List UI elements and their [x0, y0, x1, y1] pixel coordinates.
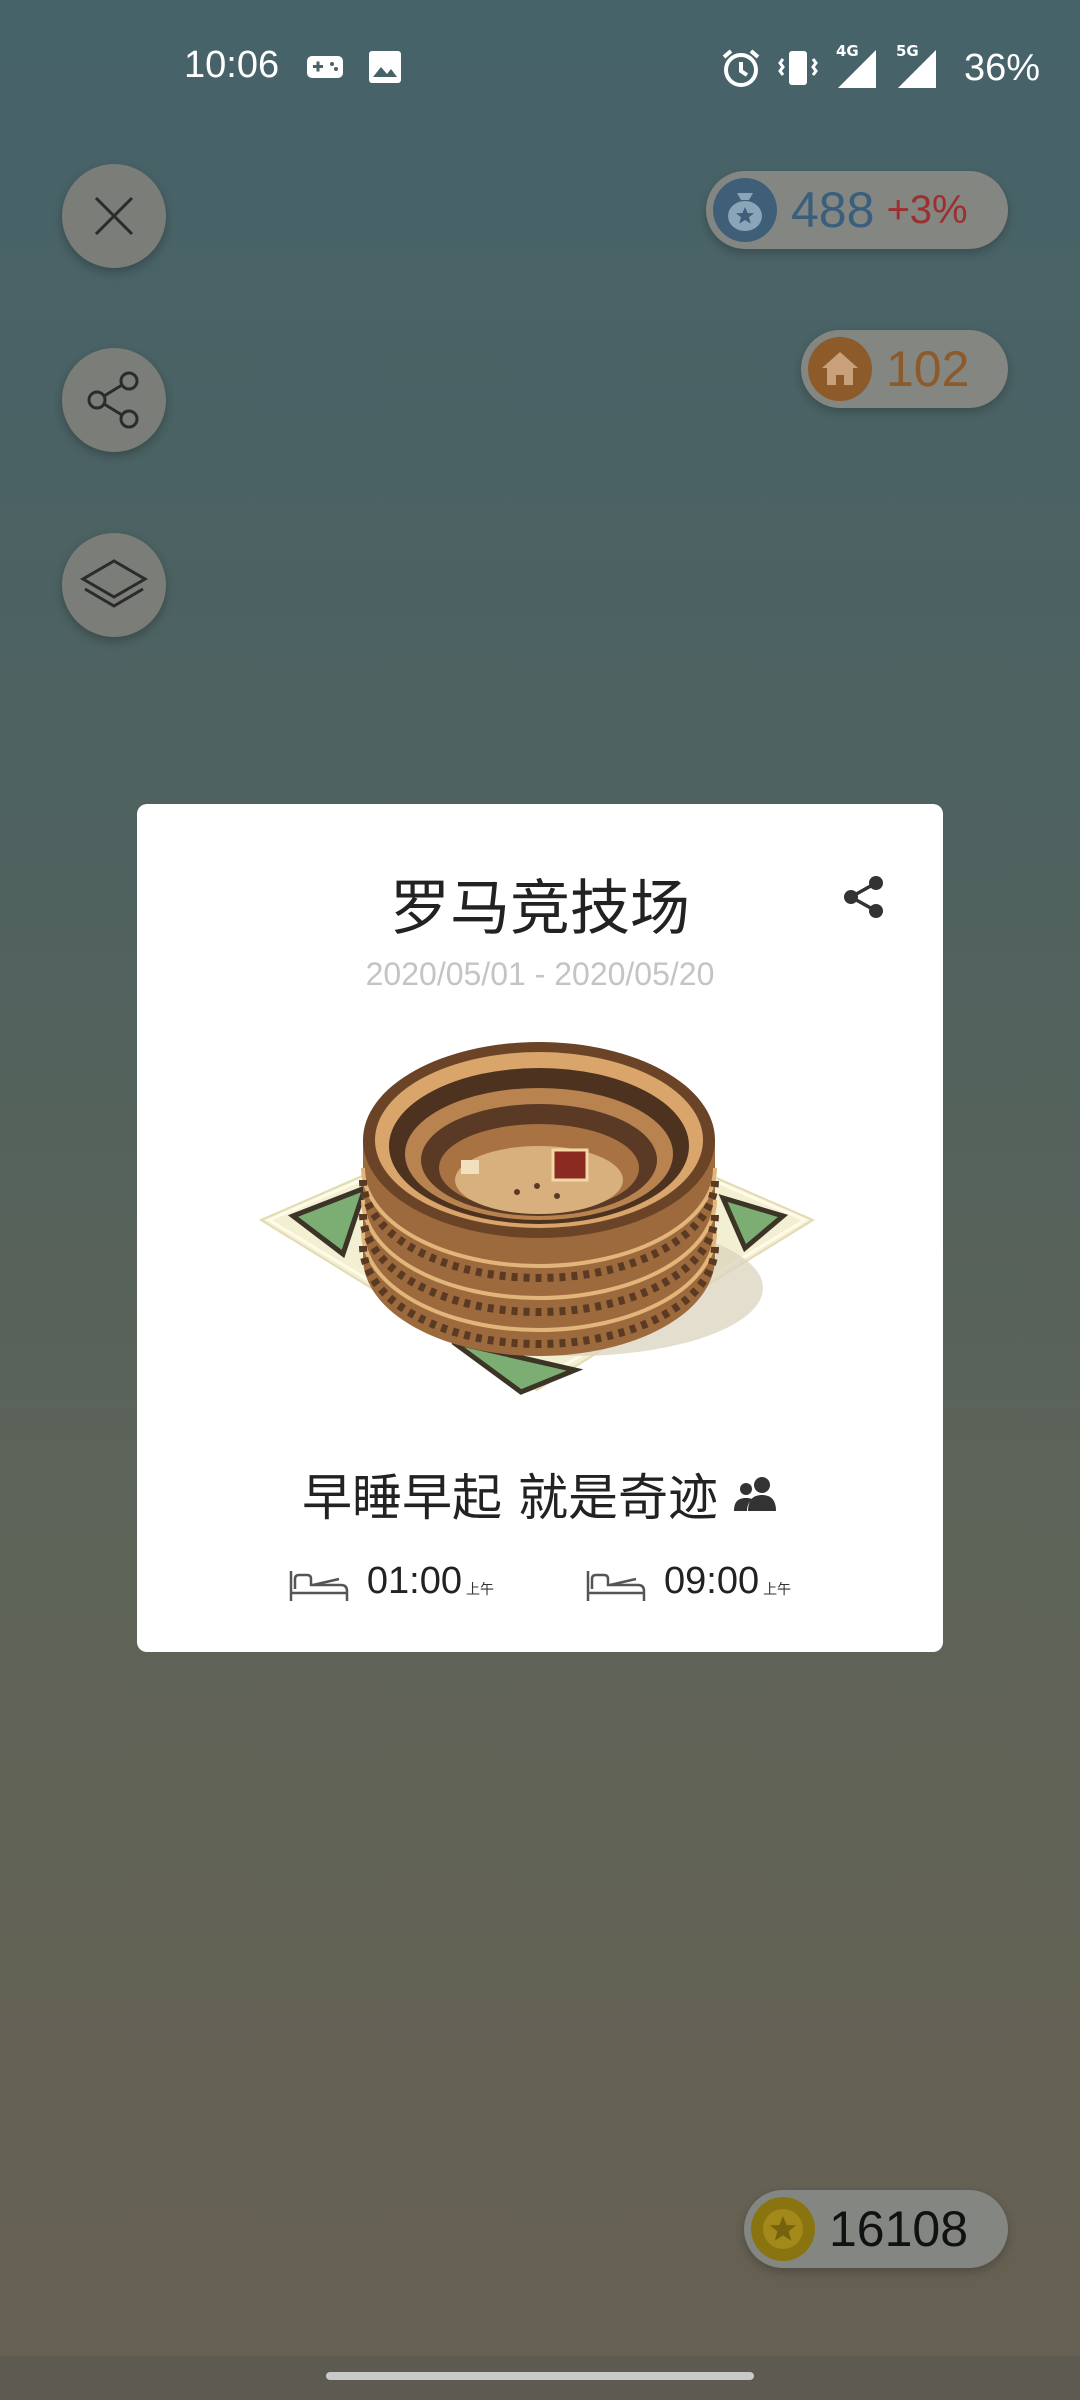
battery-level: 36%	[963, 46, 1040, 89]
layers-button[interactable]	[62, 533, 166, 637]
money-pill[interactable]: 488 +3%	[706, 171, 1008, 249]
money-change: +3%	[886, 187, 968, 232]
slogan-text: 早睡早起 就是奇迹	[302, 1469, 718, 1527]
signal-4g-icon: 4G	[834, 42, 878, 90]
signal-5g-icon: 5G	[894, 42, 938, 90]
wake-ampm: 上午	[763, 1582, 792, 1598]
sleep-times: 01:00 上午 09:00 上午	[137, 1560, 943, 1603]
coin-icon	[751, 2197, 815, 2261]
image-icon	[369, 51, 401, 83]
home-indicator[interactable]	[326, 2372, 754, 2380]
bed-icon	[289, 1571, 349, 1601]
bed-icon	[586, 1571, 646, 1601]
home-value: 102	[886, 341, 970, 397]
vibrate-icon	[778, 51, 818, 85]
coins-pill[interactable]: 16108	[744, 2190, 1008, 2268]
wake-time: 09:00	[664, 1560, 760, 1602]
landmark-card: 罗马竞技场 2020/05/01 - 2020/05/20 早睡早起 就是奇迹 …	[137, 804, 943, 1652]
status-time: 10:06	[184, 44, 280, 86]
share-button[interactable]	[62, 348, 166, 452]
colosseum-illustration	[258, 1042, 816, 1395]
close-button[interactable]	[62, 164, 166, 268]
group-icon[interactable]	[733, 1475, 778, 1513]
home-pill[interactable]: 102	[801, 330, 1008, 408]
share-icon	[87, 371, 139, 429]
money-bag-icon	[713, 178, 777, 242]
slogan-row: 早睡早起 就是奇迹	[137, 1458, 943, 1530]
sleep-time-item: 01:00 上午	[289, 1560, 494, 1603]
wake-time-item: 09:00 上午	[586, 1560, 791, 1603]
card-share-icon[interactable]	[841, 874, 887, 920]
layers-icon	[80, 559, 148, 608]
sleep-time: 01:00	[366, 1560, 462, 1602]
status-icons: 4G 5G 36%	[720, 42, 1040, 92]
house-icon	[808, 337, 872, 401]
alarm-icon	[722, 49, 760, 87]
card-title: 罗马竞技场	[390, 874, 690, 944]
sleep-ampm: 上午	[466, 1582, 494, 1598]
date-range: 2020/05/01 - 2020/05/20	[365, 956, 715, 992]
close-icon	[94, 196, 134, 236]
gamepad-icon	[307, 56, 343, 78]
status-bar: 10:06 4G 5G 36%	[0, 0, 1080, 135]
money-value: 488	[791, 182, 875, 238]
coins-value: 16108	[829, 2201, 969, 2257]
